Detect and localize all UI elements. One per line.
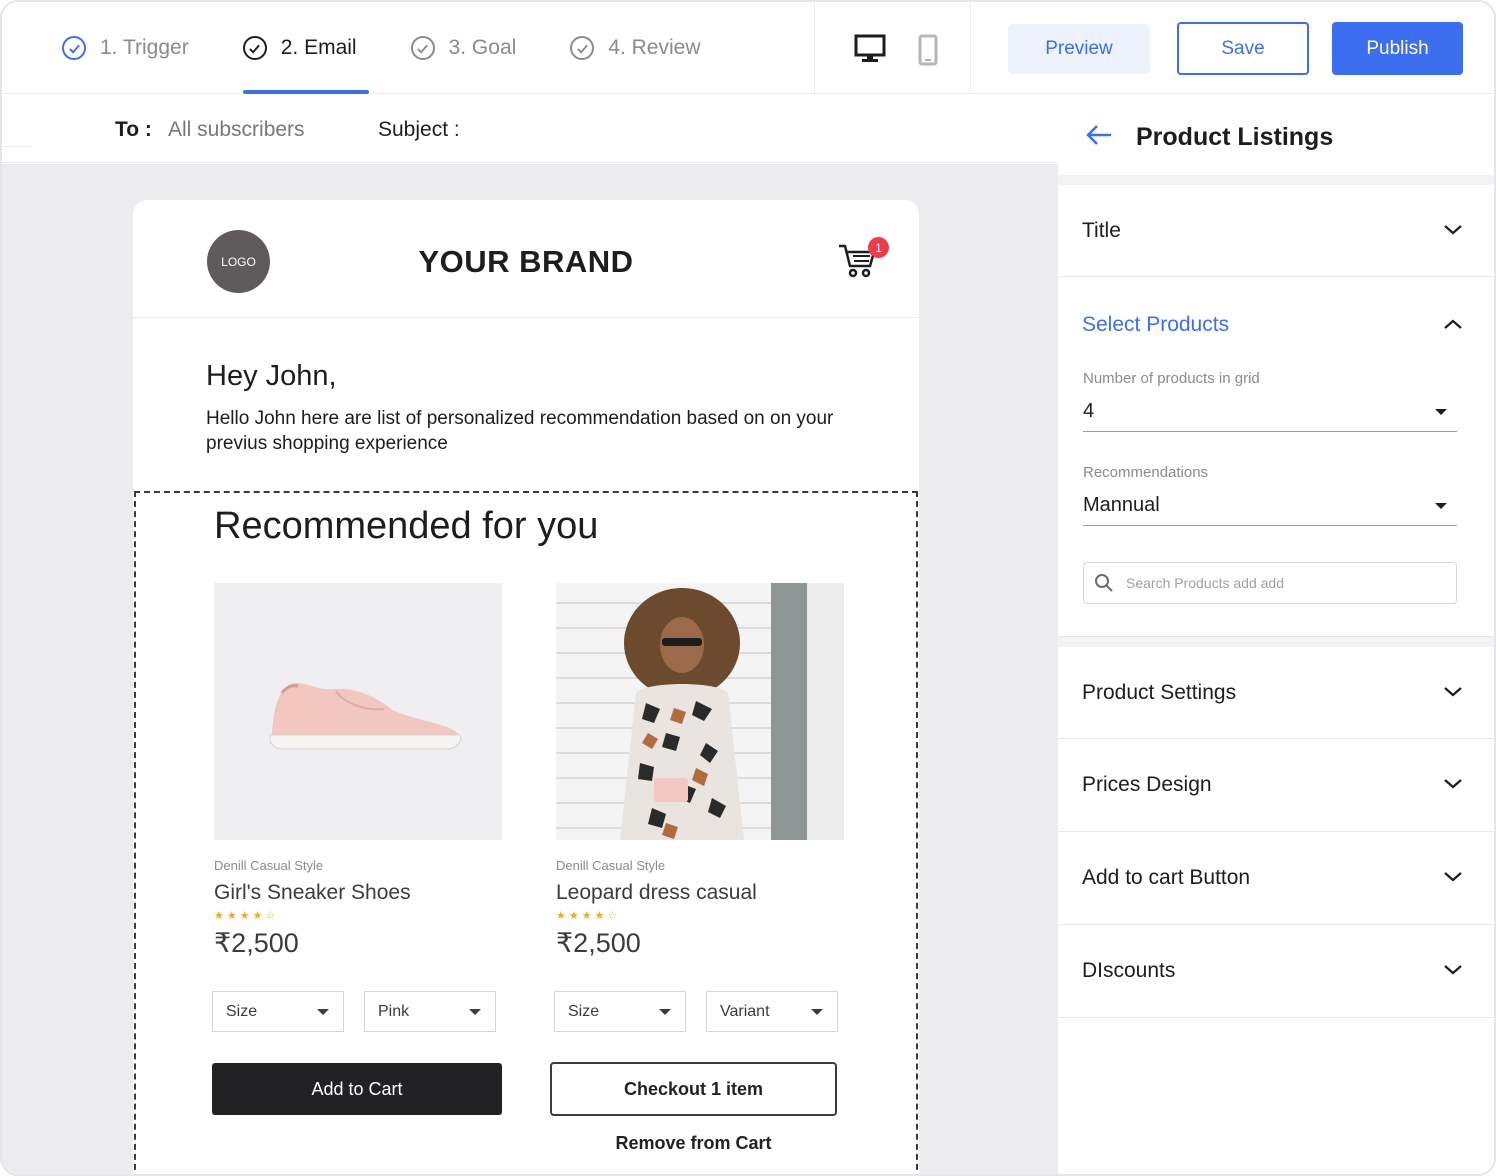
section-select-products: Select Products Number of products in gr… — [1058, 277, 1494, 637]
grid-count-select[interactable]: 4 — [1083, 392, 1457, 432]
variant-select[interactable]: Variant — [706, 991, 838, 1032]
recommendations-block[interactable]: Recommended for you Denill Casual Style … — [134, 491, 918, 1174]
cart-count-badge: 1 — [868, 237, 889, 258]
step-tabs: 1. Trigger 2. Email 3. Goal 4. Review — [62, 2, 755, 94]
section-title-toggle[interactable]: Title — [1058, 185, 1494, 277]
section-title: Recommended for you — [214, 505, 599, 547]
caret-down-icon — [659, 1008, 671, 1015]
tab-email[interactable]: 2. Email — [242, 2, 369, 94]
divider — [970, 2, 971, 94]
section-add-to-cart-button[interactable]: Add to cart Button — [1058, 832, 1494, 925]
caret-down-icon — [1435, 408, 1447, 415]
chevron-down-icon — [3, 121, 15, 129]
product-name: Girl's Sneaker Shoes — [214, 881, 411, 904]
add-to-cart-button[interactable]: Add to Cart — [212, 1063, 502, 1115]
product-brand: Denill Casual Style — [214, 858, 324, 873]
product-image-sneaker — [214, 583, 502, 840]
back-arrow-icon[interactable] — [1085, 123, 1113, 152]
greeting: Hey John, — [206, 360, 337, 392]
preview-button[interactable]: Preview — [1008, 24, 1150, 74]
star-rating: ★★★★☆ — [556, 910, 621, 922]
grid-count-label: Number of products in grid — [1083, 370, 1260, 387]
product-options: Size Variant — [554, 991, 858, 1032]
color-select[interactable]: Pink — [364, 991, 496, 1032]
product-search — [1083, 562, 1457, 604]
expand-header-button[interactable] — [2, 117, 32, 147]
recipients-field[interactable]: All subscribers — [168, 118, 305, 142]
checkout-button[interactable]: Checkout 1 item — [550, 1062, 837, 1116]
panel-title: Product Listings — [1136, 123, 1334, 151]
product-card: Denill Casual Style Leopard dress casual… — [556, 583, 846, 959]
caret-down-icon — [811, 1008, 823, 1015]
panel-header: Product Listings — [1058, 95, 1494, 175]
caret-down-icon — [317, 1008, 329, 1015]
tab-label: 2. Email — [280, 36, 357, 59]
product-price: ₹2,500 — [214, 928, 299, 958]
tab-label: 4. Review — [608, 36, 701, 59]
check-circle-icon — [570, 36, 595, 60]
section-select-products-toggle[interactable]: Select Products — [1082, 313, 1229, 337]
product-card: Denill Casual Style Girl's Sneaker Shoes… — [214, 583, 504, 959]
chevron-down-icon — [1444, 225, 1462, 235]
product-options: Size Pink — [212, 991, 516, 1032]
product-price: ₹2,500 — [556, 928, 641, 958]
product-image-dress — [556, 583, 844, 840]
email-preview: LOGO YOUR BRAND 1 Hey John, Hello John h… — [133, 200, 919, 1174]
chevron-down-icon — [1444, 872, 1462, 882]
mobile-view-icon[interactable] — [918, 34, 938, 71]
product-brand: Denill Casual Style — [556, 858, 666, 873]
chevron-down-icon — [1444, 687, 1462, 697]
chevron-down-icon — [1444, 965, 1462, 975]
settings-panel: Product Listings Title Select Products N… — [1058, 95, 1494, 1174]
tab-label: 1. Trigger — [100, 36, 189, 59]
subject-label: Subject : — [378, 118, 460, 141]
section-product-settings[interactable]: Product Settings — [1058, 647, 1494, 739]
address-bar: To : All subscribers Subject : — [2, 95, 1058, 163]
save-button[interactable]: Save — [1177, 22, 1309, 75]
brand-name: YOUR BRAND — [418, 244, 634, 279]
chevron-up-icon[interactable] — [1442, 317, 1464, 331]
check-circle-icon — [242, 36, 267, 60]
top-bar: 1. Trigger 2. Email 3. Goal 4. Review Pr… — [2, 2, 1494, 94]
search-icon — [1095, 574, 1113, 592]
recommendations-select[interactable]: Mannual — [1083, 486, 1457, 526]
tab-review[interactable]: 4. Review — [570, 2, 701, 94]
check-circle-icon — [62, 36, 86, 60]
size-select[interactable]: Size — [554, 991, 686, 1032]
chevron-down-icon — [1444, 779, 1462, 789]
app-frame: 1. Trigger 2. Email 3. Goal 4. Review Pr… — [0, 0, 1496, 1176]
tab-goal[interactable]: 3. Goal — [410, 2, 517, 94]
check-circle-icon — [410, 36, 435, 60]
publish-button[interactable]: Publish — [1332, 22, 1463, 75]
desktop-view-icon[interactable] — [854, 34, 886, 69]
email-header: LOGO YOUR BRAND 1 — [133, 200, 919, 318]
intro-text: Hello John here are list of personalized… — [206, 408, 834, 454]
tab-trigger[interactable]: 1. Trigger — [62, 2, 189, 94]
section-discounts[interactable]: DIscounts — [1058, 925, 1494, 1174]
caret-down-icon — [469, 1008, 481, 1015]
caret-down-icon — [1435, 502, 1447, 509]
star-rating: ★★★★☆ — [214, 910, 279, 922]
size-select[interactable]: Size — [212, 991, 344, 1032]
recommendations-label: Recommendations — [1083, 464, 1209, 481]
remove-from-cart-link[interactable]: Remove from Cart — [550, 1133, 837, 1154]
divider — [814, 2, 815, 94]
tab-label: 3. Goal — [448, 36, 517, 59]
to-label: To : — [115, 118, 152, 141]
section-prices-design[interactable]: Prices Design — [1058, 739, 1494, 832]
search-input[interactable] — [1126, 575, 1426, 591]
product-name: Leopard dress casual — [556, 881, 757, 904]
divider — [1058, 1017, 1494, 1018]
